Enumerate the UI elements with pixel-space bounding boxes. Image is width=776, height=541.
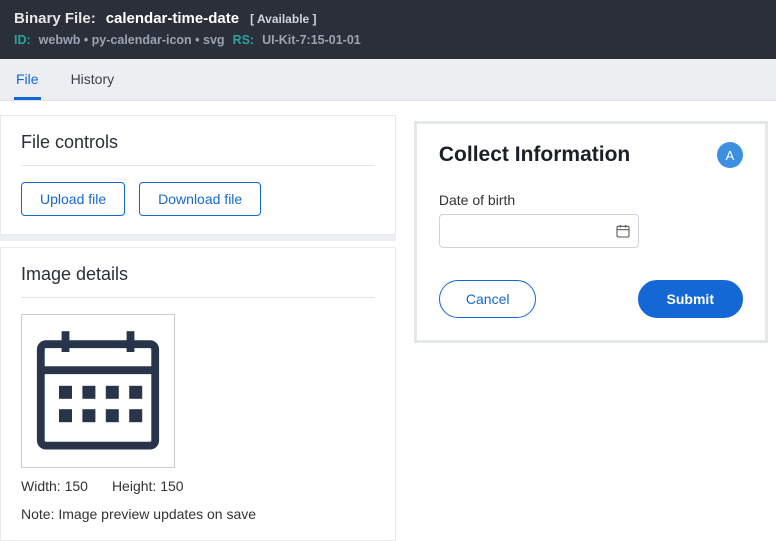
image-details-panel: Image details (0, 247, 396, 541)
file-controls-panel: File controls Upload file Download file (0, 115, 396, 235)
id-label: ID: (14, 33, 31, 47)
height-label: Height: (112, 478, 156, 494)
image-details-title: Image details (21, 264, 375, 285)
dob-label: Date of birth (439, 192, 743, 208)
rs-value: UI-Kit-7:15-01-01 (262, 33, 361, 47)
image-note: Note: Image preview updates on save (21, 506, 375, 522)
tab-file[interactable]: File (14, 59, 41, 100)
image-height: Height: 150 (112, 478, 184, 494)
file-controls-title: File controls (21, 132, 375, 153)
width-label: Width: (21, 478, 61, 494)
tab-strip: File History (0, 59, 776, 101)
id-value: webwb • py-calendar-icon • svg (39, 33, 225, 47)
cancel-button[interactable]: Cancel (439, 280, 537, 318)
image-width: Width: 150 (21, 478, 88, 494)
divider (21, 297, 375, 298)
right-column: Collect Information A Date of birth Canc… (414, 121, 768, 343)
header-prefix: Binary File: (14, 10, 96, 27)
tab-history[interactable]: History (69, 59, 117, 100)
collect-info-title: Collect Information (439, 143, 630, 167)
avatar[interactable]: A (717, 142, 743, 168)
rs-label: RS: (233, 33, 255, 47)
upload-file-button[interactable]: Upload file (21, 182, 125, 216)
left-column: File controls Upload file Download file … (0, 109, 396, 541)
dob-input[interactable] (439, 214, 639, 248)
panel-gap (0, 235, 396, 241)
height-value: 150 (160, 478, 183, 494)
submit-button[interactable]: Submit (638, 280, 743, 318)
status-badge: [ Available ] (249, 11, 317, 27)
calendar-picker-icon[interactable] (614, 222, 632, 240)
download-file-button[interactable]: Download file (139, 182, 261, 216)
calendar-icon (28, 321, 168, 461)
width-value: 150 (65, 478, 88, 494)
header-bar: Binary File: calendar-time-date [ Availa… (0, 0, 776, 59)
collect-info-panel: Collect Information A Date of birth Canc… (414, 121, 768, 343)
header-name: calendar-time-date (106, 10, 239, 27)
image-preview-frame (21, 314, 175, 468)
divider (21, 165, 375, 166)
